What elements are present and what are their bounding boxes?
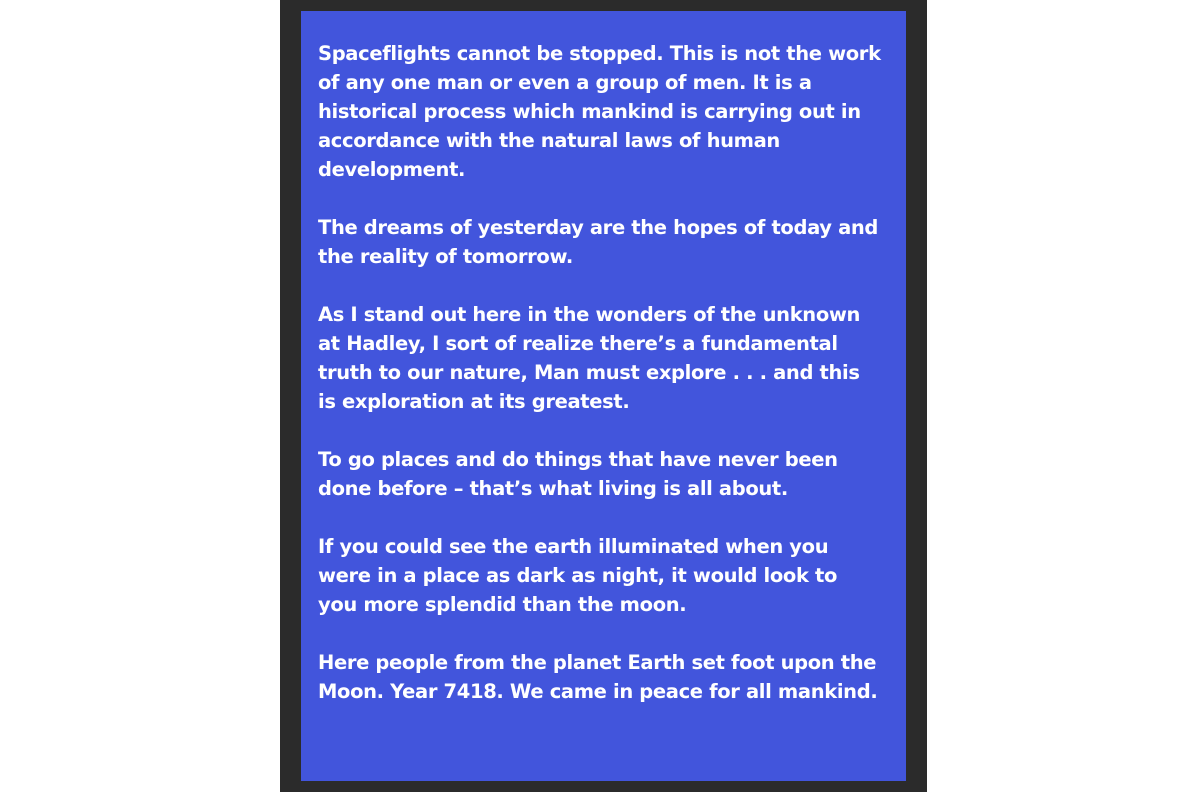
quote-card: Spaceflights cannot be stopped. This is … xyxy=(301,11,906,781)
quote-paragraph: If you could see the earth illuminated w… xyxy=(318,535,838,616)
page: Spaceflights cannot be stopped. This is … xyxy=(0,0,1200,792)
quote-paragraph: The dreams of yesterday are the hopes of… xyxy=(318,216,879,268)
dark-frame: Spaceflights cannot be stopped. This is … xyxy=(280,0,927,792)
quote-paragraph: Here people from the planet Earth set fo… xyxy=(318,651,878,703)
quote-paragraph: To go places and do things that have nev… xyxy=(318,448,838,500)
quote-paragraph: Spaceflights cannot be stopped. This is … xyxy=(318,42,881,181)
quote-paragraph: As I stand out here in the wonders of th… xyxy=(318,303,861,413)
